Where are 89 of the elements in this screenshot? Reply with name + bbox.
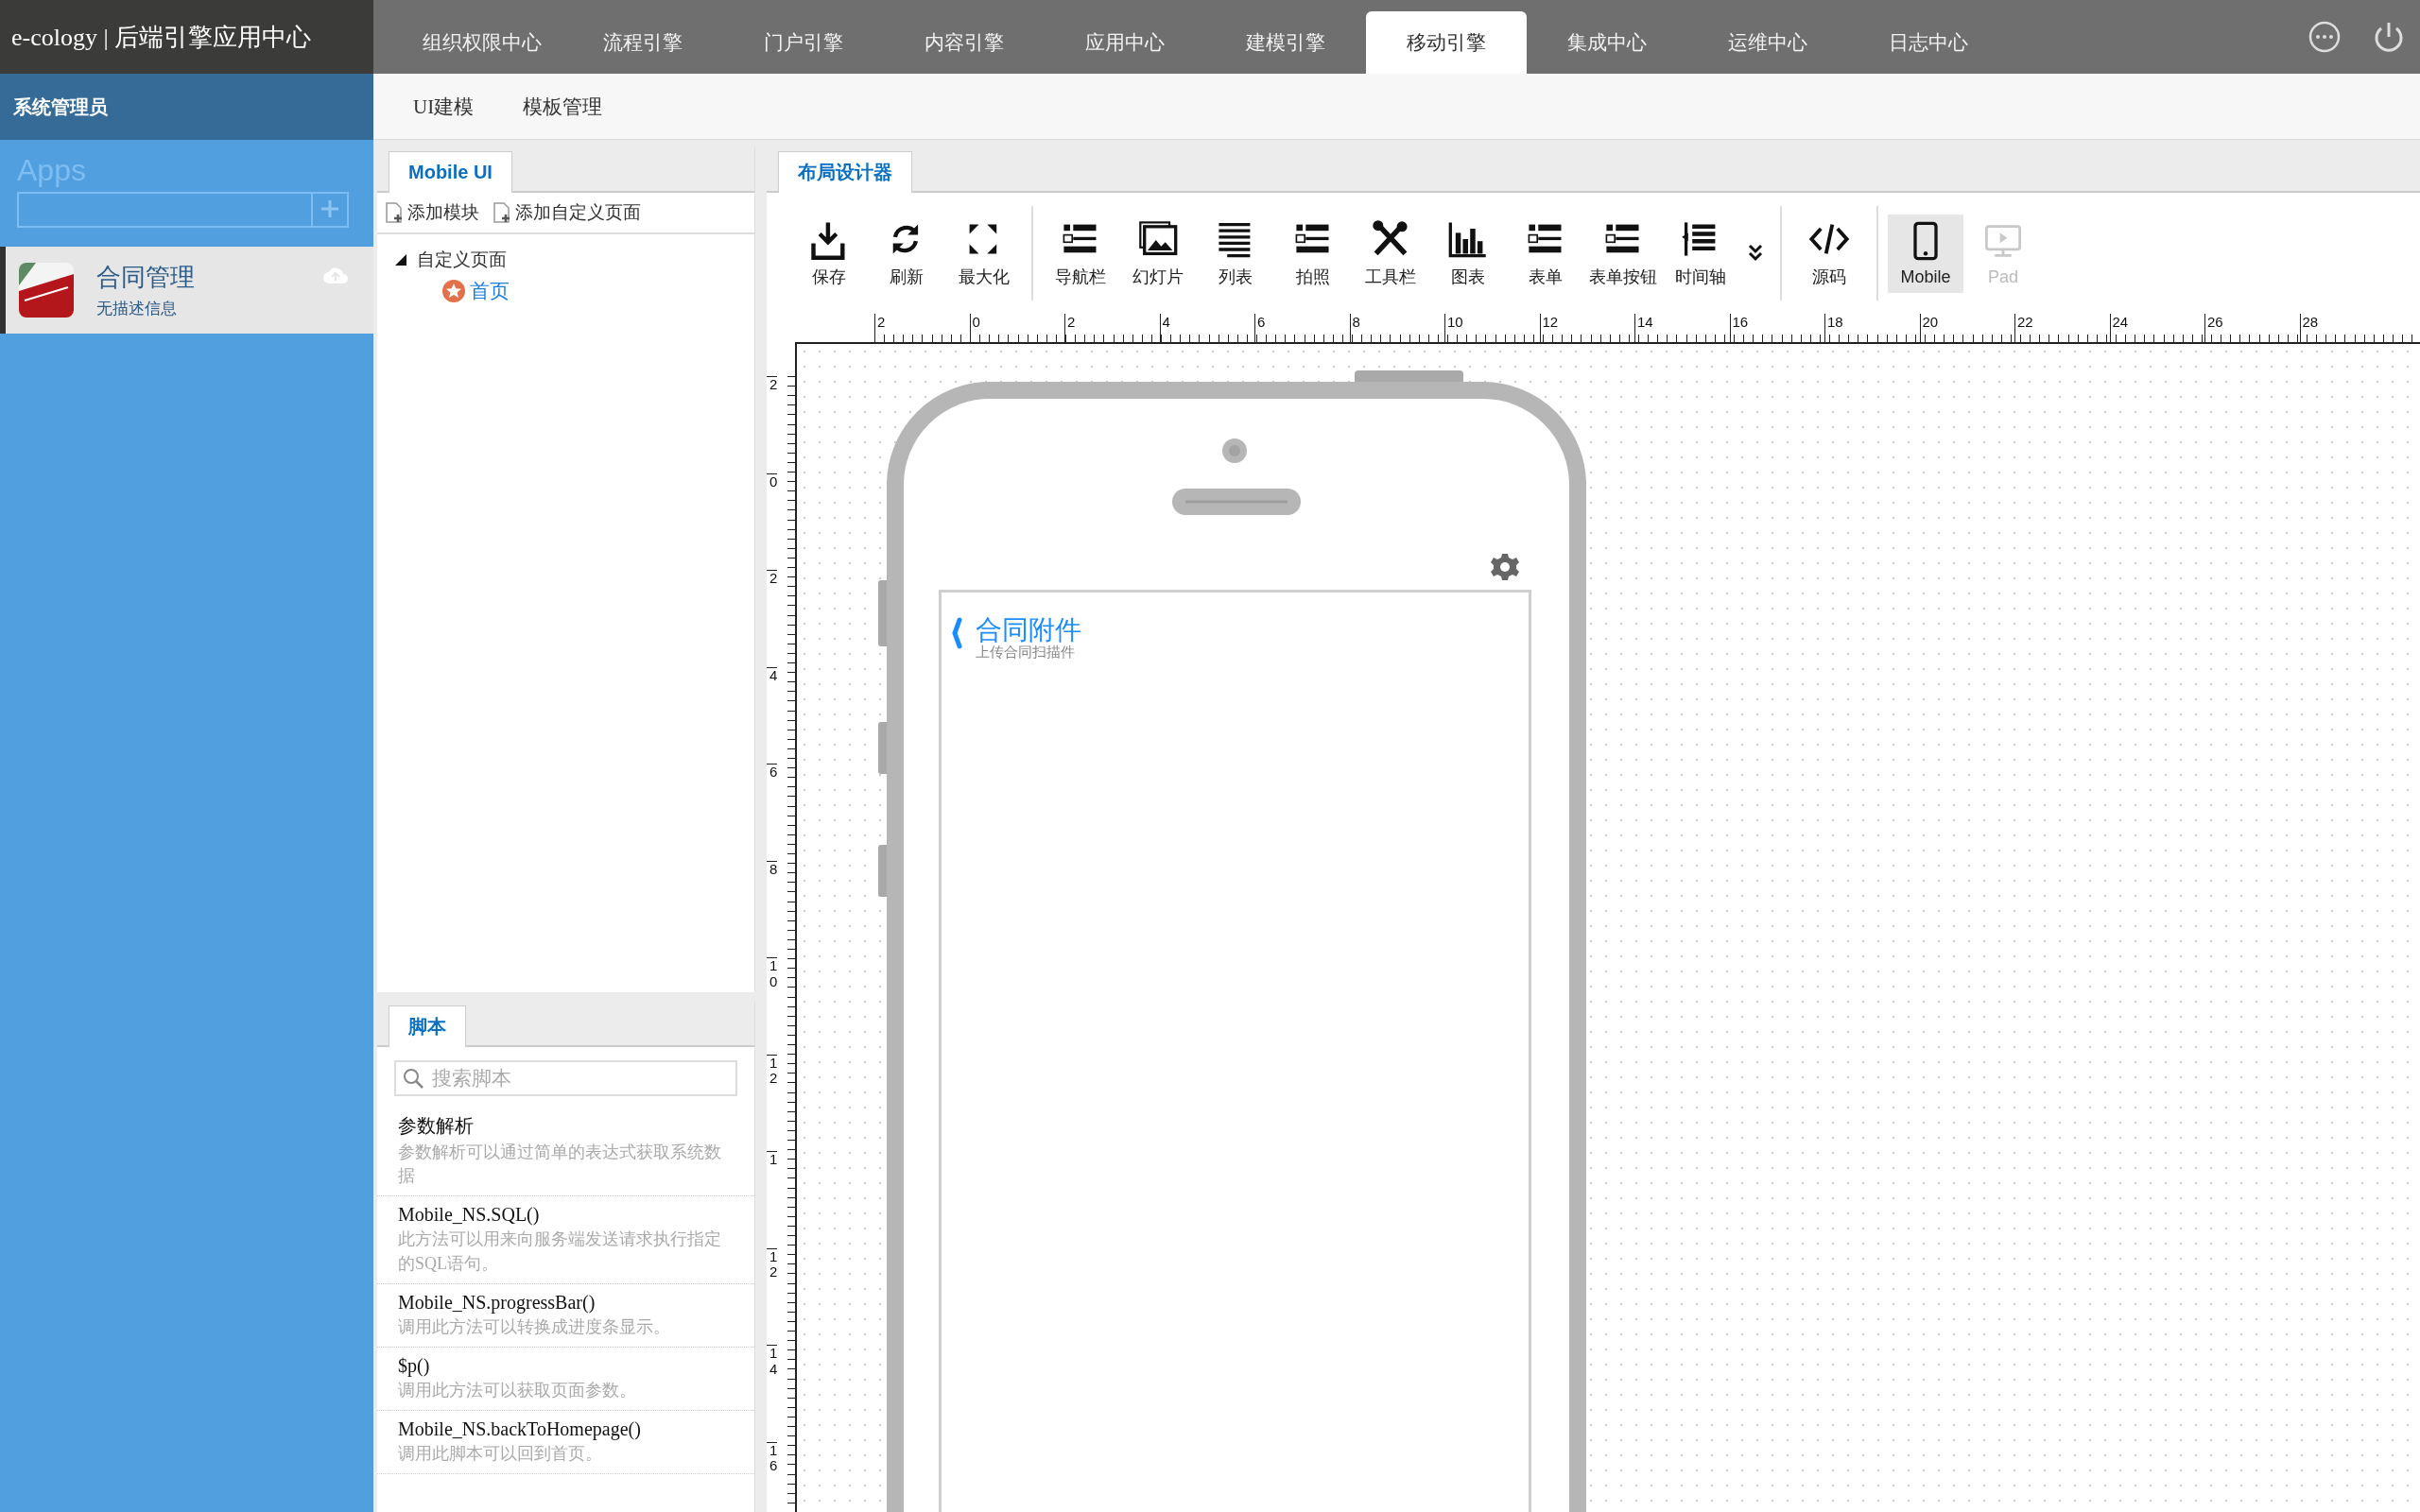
script-name[interactable]: 参数解析 [398,1113,737,1139]
back-chevron-icon[interactable] [951,617,962,649]
ruler-label: 0 [969,314,1064,342]
nav-tab[interactable]: 组织权限中心 [402,11,562,74]
app-description: 无描述信息 [96,299,178,319]
search-icon [402,1067,424,1090]
add-page-icon [385,201,404,224]
ruler-label: 2 [767,376,778,473]
add-page-button[interactable]: 添加模块 [385,200,479,225]
script-description: 调用此方法可以获取页面参数。 [398,1379,637,1401]
ruler-label: 26 [2204,314,2300,342]
ruler-label: 1 [767,1151,778,1248]
add-page-icon [493,201,511,224]
toolbar-button[interactable]: 工具栏 [1353,213,1428,294]
settings-icon[interactable] [1490,552,1520,582]
toolbar-button[interactable]: 表单 [1508,213,1583,294]
ruler-label: 10 [1444,314,1540,342]
script-name[interactable]: $p() [398,1354,737,1377]
subnav-link[interactable]: 模板管理 [523,93,603,120]
ruler-label: 6 [1254,314,1350,342]
tree-node[interactable]: 首页 [441,278,510,304]
designer-tab[interactable]: 布局设计器 [778,151,912,193]
ruler-label: 16 [1729,314,1824,342]
ruler-label: 14 [1634,314,1730,342]
ruler-label: 22 [2014,314,2110,342]
ruler-label: 24 [2109,314,2204,342]
panel-tab[interactable]: 脚本 [389,1005,466,1047]
ruler-label: 4 [767,666,778,764]
toolbar-button[interactable]: 源码 [1791,213,1867,294]
plus-icon [320,198,339,218]
toolbar-button[interactable]: 刷新 [869,213,944,294]
script-name[interactable]: Mobile_NS.backToHomepage() [398,1418,737,1441]
ruler-label: 12 [767,1054,778,1151]
script-description: 此方法可以用来向服务端发送请求执行指定的SQL语句。 [398,1228,722,1275]
app-item[interactable]: 合同管理 无描述信息 [0,247,373,334]
screen-title: 合同附件 [976,617,1081,644]
subnav-link[interactable]: UI建模 [413,93,475,120]
ruler-label: 6 [767,764,778,861]
app-icon [19,263,74,318]
toolbar-button[interactable]: 最大化 [946,213,1022,294]
nav-tab[interactable]: 内容引擎 [884,11,1045,74]
user-name: 系统管理员 [0,74,373,140]
ruler-label: 2 [767,570,778,667]
nav-tab[interactable]: 运维中心 [1687,11,1848,74]
ruler-label: 12 [767,1247,778,1345]
nav-tab[interactable]: 移动引擎 [1366,11,1527,74]
toolbar-button[interactable]: 幻灯片 [1120,213,1196,294]
script-description: 参数解析可以通过简单的表达式获取系统数据 [398,1142,722,1188]
ruler-label: 14 [767,1345,778,1442]
app-search-field[interactable] [17,192,311,228]
toolbar-button[interactable]: 时间轴 [1663,213,1738,294]
ruler-label: 8 [767,860,778,957]
script-description: 调用此方法可以转换成进度条显示。 [398,1315,671,1338]
ruler-label: 10 [767,957,778,1055]
toolbar-button[interactable]: 导航栏 [1043,213,1118,294]
toolbar-button[interactable]: 拍照 [1275,213,1351,294]
ruler-label: 12 [1539,314,1634,342]
app-title: e-cology | 后端引擎应用中心 [0,0,373,74]
panel-tab[interactable]: Mobile UI [389,151,512,193]
ruler-label: 4 [1159,314,1254,342]
ruler-label: 18 [1824,314,1920,342]
toolbar-button[interactable]: 列表 [1198,213,1273,294]
add-page-button[interactable]: 添加自定义页面 [493,200,641,225]
app-name: 合同管理 [96,262,195,293]
nav-tab[interactable]: 流程引擎 [562,11,723,74]
ruler-label: 28 [2299,314,2394,342]
toolbar-button[interactable]: 图表 [1430,213,1506,294]
script-name[interactable]: Mobile_NS.progressBar() [398,1291,737,1314]
ruler-label: 2 [874,314,970,342]
ruler-label: 8 [1349,314,1444,342]
nav-tab[interactable]: 应用中心 [1045,11,1205,74]
ruler-label: 0 [767,472,778,570]
device-button[interactable]: Mobile [1888,214,1963,293]
script-description: 调用此脚本可以回到首页。 [398,1443,603,1466]
nav-tab[interactable]: 门户引擎 [723,11,884,74]
nav-tab[interactable]: 集成中心 [1527,11,1687,74]
screen-subtitle: 上传合同扫描件 [976,644,1076,662]
ruler-label: 20 [1919,314,2014,342]
toolbar-button[interactable]: 保存 [791,213,867,294]
search-field[interactable]: 搜索脚本 [394,1060,737,1096]
script-name[interactable]: Mobile_NS.SQL() [398,1204,737,1227]
more-icon[interactable] [2307,19,2342,55]
ruler-label: 2 [1064,314,1160,342]
expand-arrow-icon[interactable] [394,253,407,266]
tree-node[interactable]: 自定义页面 [417,248,507,272]
toolbar-button[interactable]: 表单按钮 [1585,213,1661,294]
ruler-label: 16 [767,1441,778,1512]
nav-tab[interactable]: 日志中心 [1848,11,2009,74]
nav-tab[interactable]: 建模引擎 [1205,11,1366,74]
